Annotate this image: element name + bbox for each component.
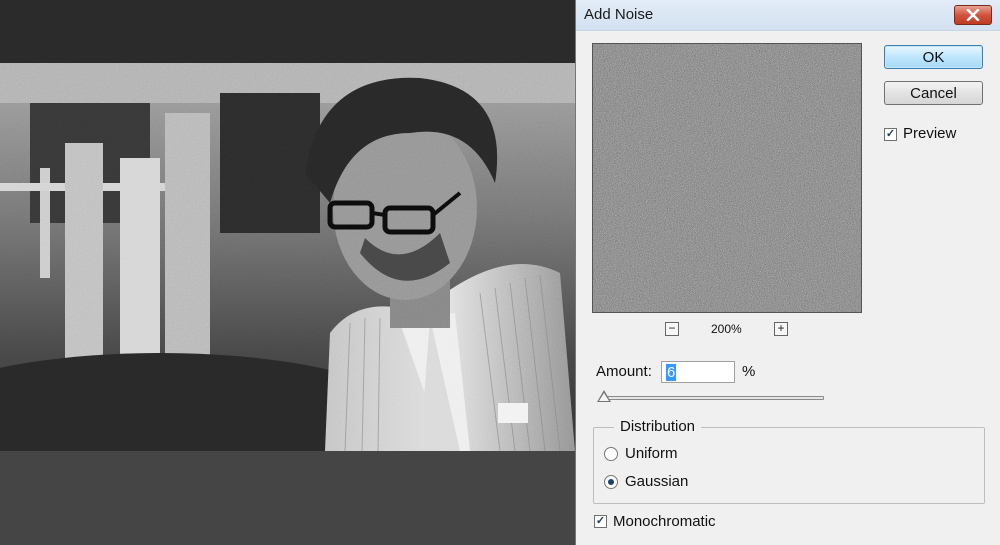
monochromatic-checkbox[interactable]: ✓ <box>594 515 607 528</box>
zoom-out-icon: − <box>668 321 676 335</box>
photo-illustration <box>0 63 575 451</box>
zoom-in-icon: + <box>777 321 785 335</box>
dialog-title: Add Noise <box>584 6 654 23</box>
amount-value: 6 <box>666 364 677 381</box>
uniform-label: Uniform <box>625 445 678 462</box>
photo-preview <box>0 63 575 451</box>
monochromatic-label: Monochromatic <box>613 513 716 530</box>
gaussian-radio[interactable] <box>604 475 618 489</box>
zoom-controls: − 200% + <box>665 320 789 340</box>
zoom-level: 200% <box>711 322 742 336</box>
cancel-button[interactable]: Cancel <box>884 81 983 105</box>
noise-preview-image <box>593 44 861 312</box>
preview-checkbox[interactable]: ✓ <box>884 128 897 141</box>
ok-button[interactable]: OK <box>884 45 983 69</box>
preview-label: Preview <box>903 125 957 142</box>
amount-slider-thumb-face <box>599 393 609 401</box>
uniform-radio[interactable] <box>604 447 618 461</box>
dialog-titlebar[interactable]: Add Noise <box>576 0 1000 31</box>
distribution-group <box>593 427 985 504</box>
amount-slider-track[interactable] <box>602 396 824 400</box>
close-button[interactable] <box>954 5 992 25</box>
canvas-background <box>0 451 575 545</box>
add-noise-dialog: Add Noise − 200% + OK Cancel ✓ Preview A… <box>575 0 1000 545</box>
amount-label: Amount: <box>596 363 652 380</box>
image-canvas <box>0 0 575 545</box>
amount-input[interactable]: 6 <box>661 361 735 383</box>
zoom-in-button[interactable]: + <box>774 322 788 336</box>
close-icon <box>966 9 980 21</box>
zoom-out-button[interactable]: − <box>665 322 679 336</box>
noise-preview[interactable] <box>592 43 862 313</box>
gaussian-label: Gaussian <box>625 473 689 490</box>
amount-unit: % <box>742 363 756 380</box>
distribution-title: Distribution <box>614 418 702 435</box>
